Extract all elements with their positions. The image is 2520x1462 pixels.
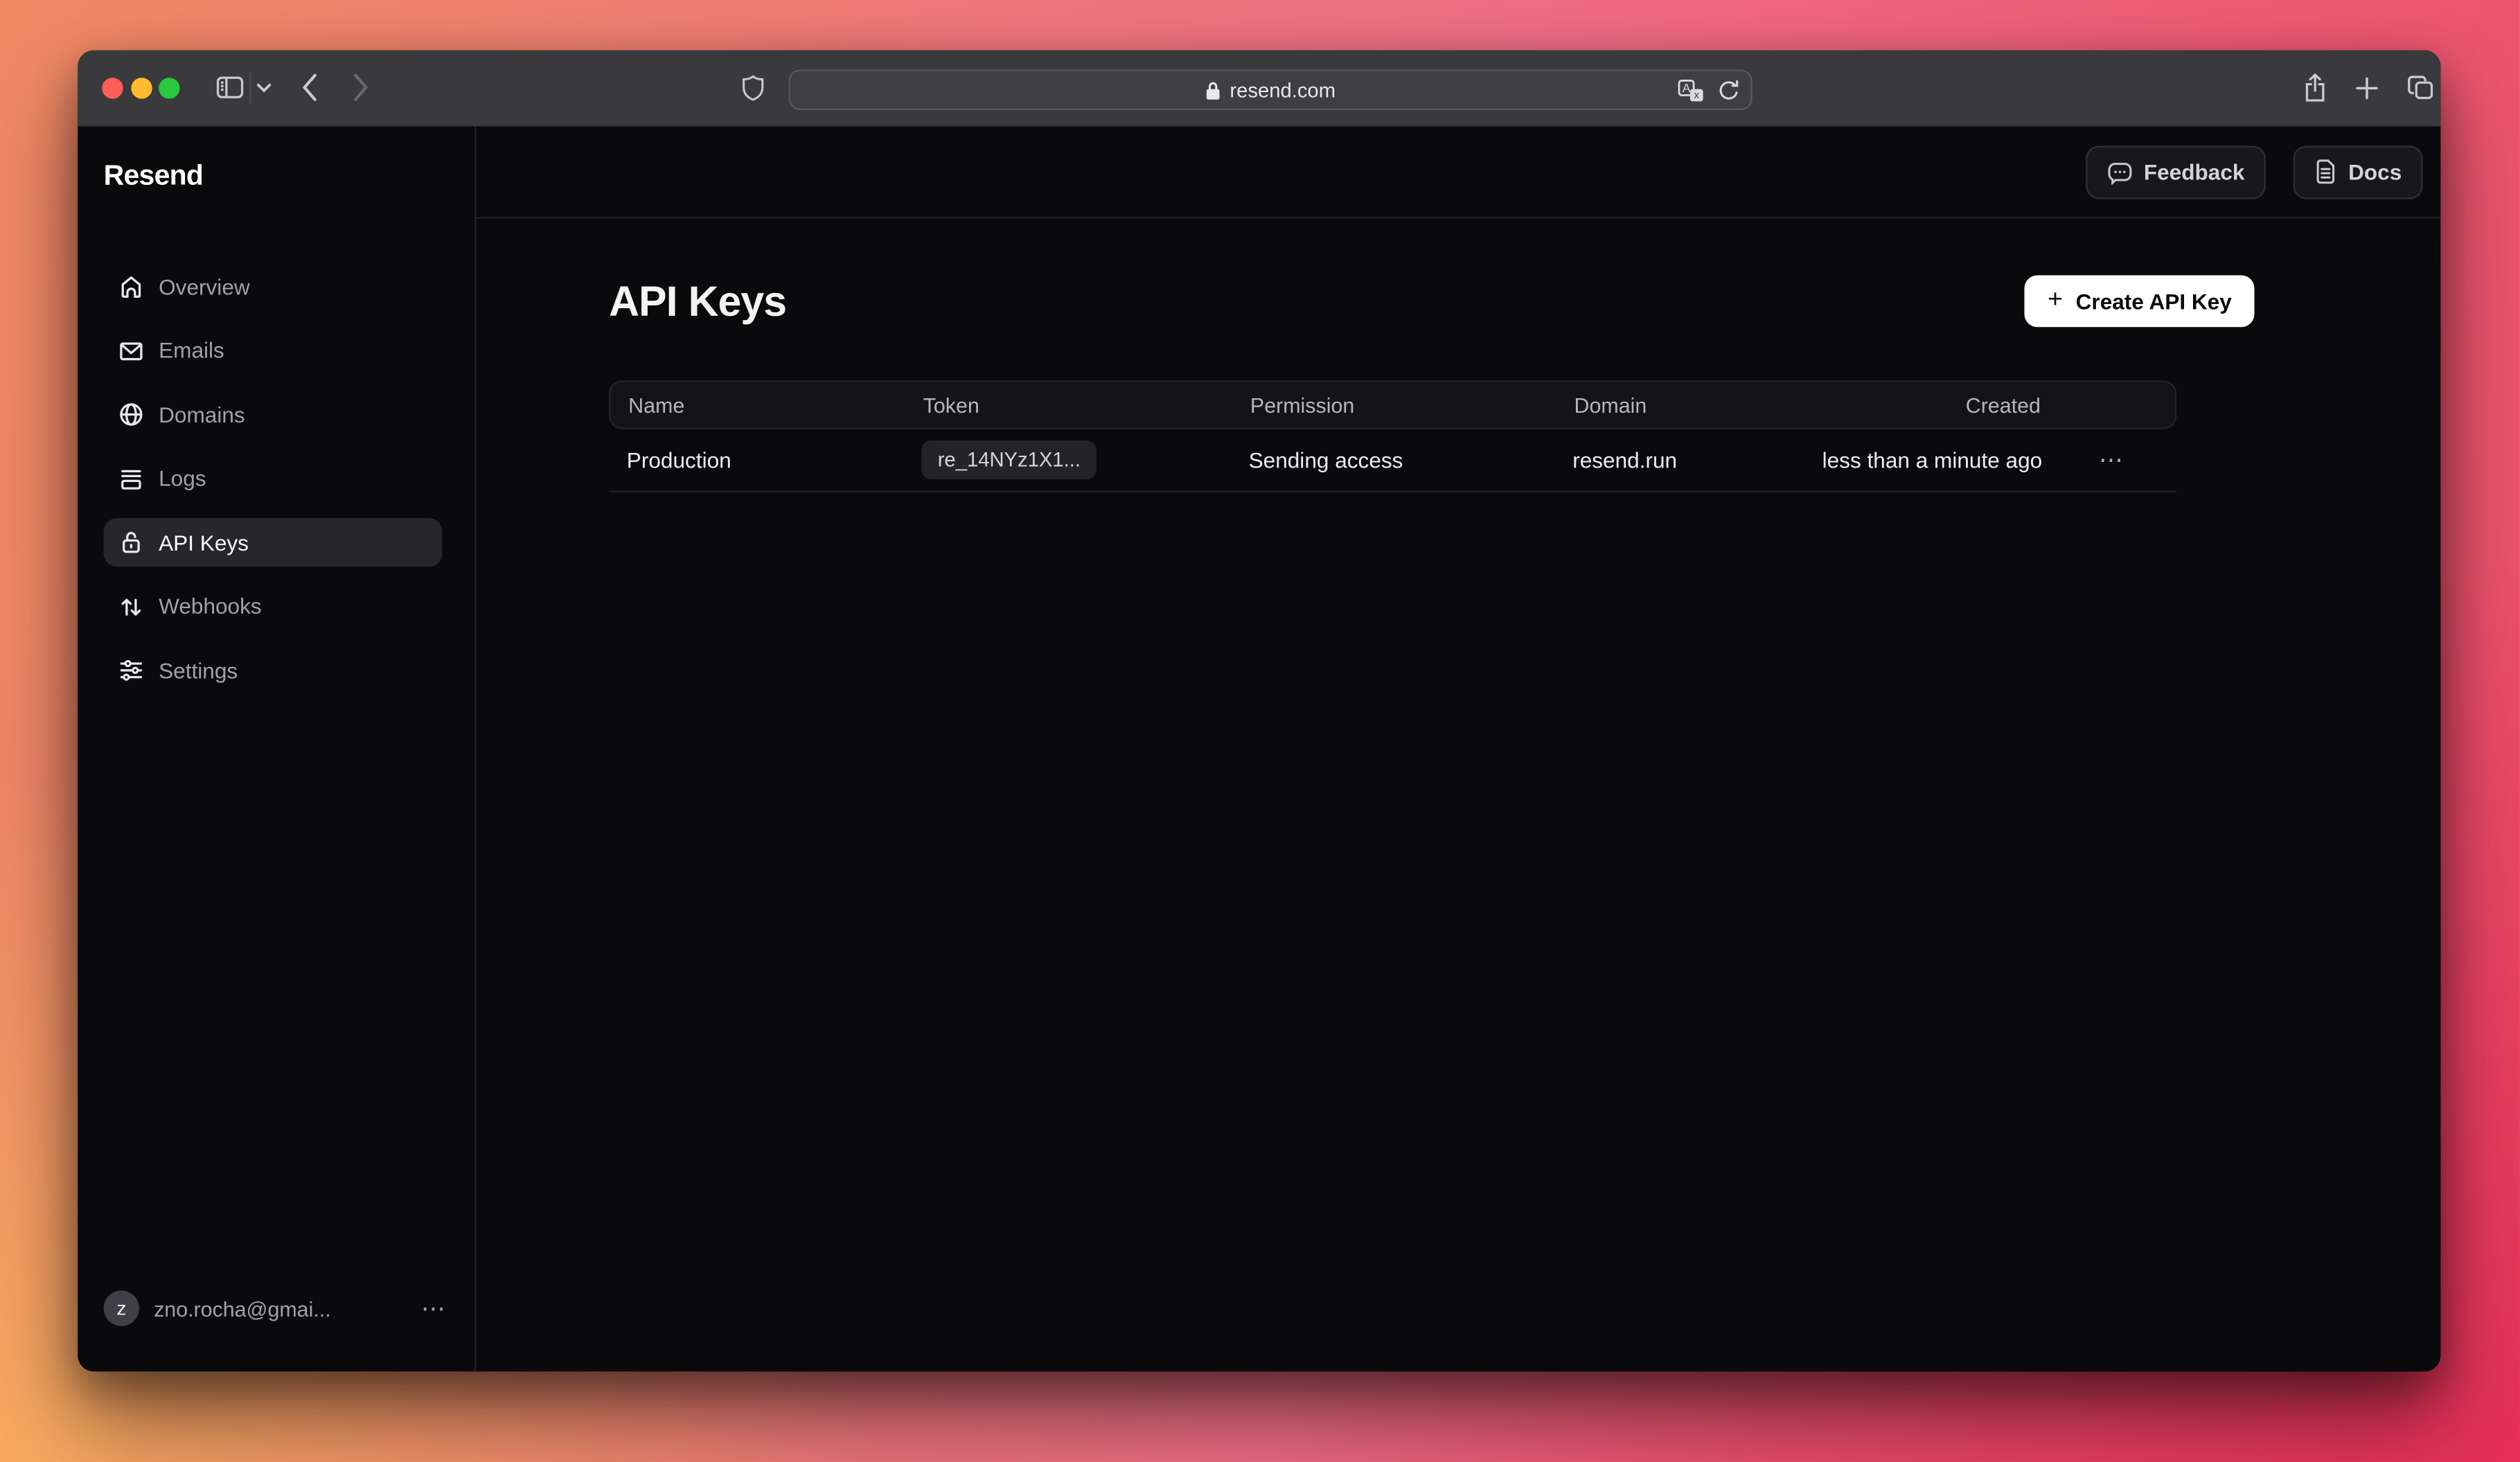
browser-toolbar: resend.com A x bbox=[78, 50, 2440, 126]
account-menu-icon[interactable]: ⋯ bbox=[421, 1294, 447, 1323]
zoom-window-button[interactable] bbox=[159, 78, 179, 98]
back-button-icon[interactable] bbox=[301, 73, 319, 102]
sidebar-toggle-icon[interactable] bbox=[215, 75, 245, 100]
globe-icon bbox=[118, 402, 144, 427]
cell-domain: resend.run bbox=[1572, 447, 1794, 472]
svg-text:A: A bbox=[1683, 80, 1691, 94]
url-text: resend.com bbox=[1230, 78, 1336, 101]
cell-created: less than a minute ago bbox=[1795, 447, 2048, 472]
cell-name: Production bbox=[609, 447, 921, 472]
table-row: Production re_14NYz1X1... Sending access… bbox=[609, 429, 2176, 492]
column-header-token: Token bbox=[923, 393, 1250, 417]
main-area: Feedback Docs bbox=[476, 126, 2440, 1371]
column-header-domain: Domain bbox=[1574, 393, 1796, 417]
create-api-key-button[interactable]: + Create API Key bbox=[2025, 275, 2254, 327]
minimize-window-button[interactable] bbox=[131, 78, 152, 98]
mail-icon bbox=[118, 337, 144, 363]
forward-button-icon[interactable] bbox=[351, 73, 369, 102]
address-bar[interactable]: resend.com A x bbox=[789, 70, 1753, 110]
privacy-shield-icon[interactable] bbox=[742, 75, 765, 102]
sidebar-item-label: Logs bbox=[159, 466, 206, 490]
sidebar-item-webhooks[interactable]: Webhooks bbox=[104, 582, 443, 631]
sidebar: Resend Overview bbox=[78, 126, 476, 1371]
arrows-up-down-icon bbox=[118, 594, 144, 619]
new-tab-icon[interactable] bbox=[2354, 76, 2379, 100]
page-content: API Keys + Create API Key Name Token Per… bbox=[476, 219, 2440, 492]
docs-button[interactable]: Docs bbox=[2293, 145, 2423, 198]
home-icon bbox=[118, 274, 144, 299]
column-header-permission: Permission bbox=[1250, 393, 1574, 417]
sidebar-item-overview[interactable]: Overview bbox=[104, 262, 443, 311]
sidebar-item-settings[interactable]: Settings bbox=[104, 646, 443, 695]
account-row[interactable]: z zno.rocha@gmai... ⋯ bbox=[104, 1290, 450, 1326]
row-menu-icon[interactable]: ⋯ bbox=[2099, 445, 2124, 474]
feedback-bubble-icon bbox=[2106, 159, 2132, 184]
cell-permission: Sending access bbox=[1249, 447, 1573, 472]
document-icon bbox=[2314, 159, 2337, 184]
api-keys-table: Name Token Permission Domain Created Pro… bbox=[609, 380, 2176, 492]
sidebar-item-label: Overview bbox=[159, 274, 250, 298]
sidebar-item-label: API Keys bbox=[159, 531, 249, 555]
feedback-button[interactable]: Feedback bbox=[2086, 145, 2266, 198]
sidebar-item-logs[interactable]: Logs bbox=[104, 454, 443, 503]
https-lock-icon bbox=[1205, 80, 1221, 100]
translate-icon[interactable]: A x bbox=[1678, 78, 1703, 101]
docs-label: Docs bbox=[2348, 159, 2402, 184]
create-api-key-label: Create API Key bbox=[2076, 289, 2232, 313]
toolbar-separator bbox=[249, 73, 251, 103]
browser-window: resend.com A x bbox=[78, 50, 2440, 1371]
sidebar-item-emails[interactable]: Emails bbox=[104, 326, 443, 375]
table-header-row: Name Token Permission Domain Created bbox=[609, 380, 2176, 429]
chevron-down-icon[interactable] bbox=[256, 82, 272, 93]
desktop-background: resend.com A x bbox=[0, 0, 2520, 1462]
avatar: z bbox=[104, 1290, 139, 1326]
column-header-created: Created bbox=[1796, 393, 2046, 417]
sidebar-item-label: Webhooks bbox=[159, 594, 262, 618]
lock-icon bbox=[118, 530, 144, 555]
resend-logo[interactable]: Resend bbox=[104, 159, 474, 193]
reload-icon[interactable] bbox=[1719, 78, 1739, 101]
token-chip[interactable]: re_14NYz1X1... bbox=[921, 440, 1097, 479]
sidebar-item-label: Domains bbox=[159, 402, 245, 427]
resend-app: Resend Overview bbox=[78, 126, 2440, 1371]
page-title: API Keys bbox=[609, 276, 786, 326]
sidebar-nav: Overview Emails bbox=[104, 262, 443, 695]
tab-overview-icon[interactable] bbox=[2406, 75, 2434, 102]
page-header: Feedback Docs bbox=[476, 126, 2440, 218]
sidebar-item-domains[interactable]: Domains bbox=[104, 390, 443, 438]
sidebar-item-label: Emails bbox=[159, 339, 224, 363]
account-email: zno.rocha@gmai... bbox=[154, 1296, 331, 1321]
feedback-label: Feedback bbox=[2144, 159, 2245, 184]
share-icon[interactable] bbox=[2303, 73, 2327, 103]
logs-icon bbox=[118, 465, 144, 491]
sidebar-item-label: Settings bbox=[159, 658, 238, 682]
sliders-icon bbox=[118, 657, 144, 683]
plus-icon: + bbox=[2048, 288, 2063, 314]
sidebar-item-api-keys[interactable]: API Keys bbox=[104, 518, 443, 567]
svg-text:x: x bbox=[1694, 89, 1699, 100]
close-window-button[interactable] bbox=[102, 78, 123, 98]
column-header-name: Name bbox=[610, 393, 923, 417]
